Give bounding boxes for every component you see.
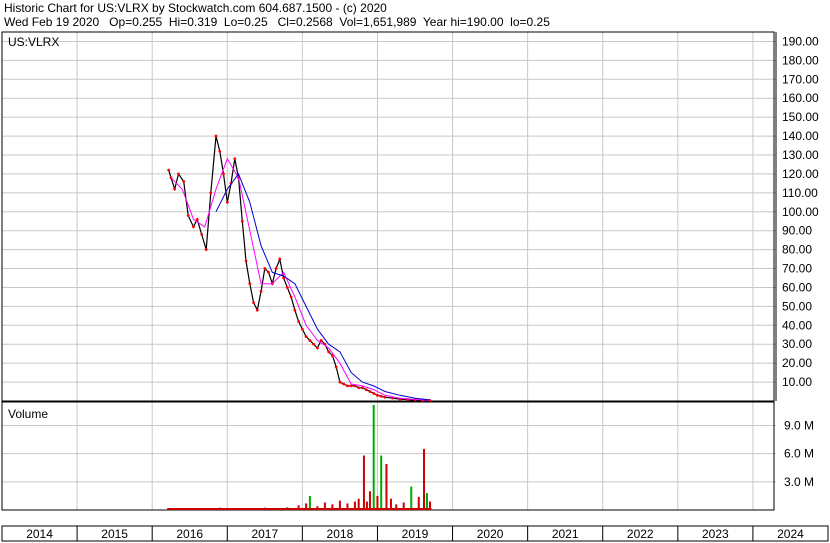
year-label: 2015 bbox=[101, 527, 128, 541]
chart-grid bbox=[1, 32, 776, 541]
price-tick-label: 60.00 bbox=[782, 280, 812, 294]
year-label: 2018 bbox=[327, 527, 354, 541]
price-point bbox=[293, 308, 297, 312]
price-tick-label: 70.00 bbox=[782, 262, 812, 276]
price-point bbox=[274, 267, 278, 270]
volume-tick-label: 6.0 M bbox=[784, 447, 814, 461]
price-point bbox=[289, 295, 293, 299]
year-label: 2017 bbox=[251, 527, 278, 541]
price-point bbox=[361, 386, 364, 390]
price-point bbox=[364, 388, 368, 392]
price-panel-frame bbox=[1, 31, 775, 402]
price-point bbox=[240, 219, 244, 223]
price-tick-label: 10.00 bbox=[782, 375, 812, 389]
price-tick-label: 190.00 bbox=[782, 34, 819, 48]
price-point bbox=[304, 335, 308, 339]
price-point bbox=[357, 386, 361, 390]
price-point bbox=[177, 172, 180, 176]
price-tick-label: 150.00 bbox=[782, 110, 819, 124]
price-point bbox=[186, 214, 190, 217]
year-label: 2022 bbox=[627, 527, 654, 541]
year-label: 2023 bbox=[702, 527, 729, 541]
price-axis-labels: 10.00 20.00 30.00 40.00 50.00 60.00 70.00 80.00… bbox=[782, 34, 819, 389]
price-point bbox=[200, 233, 204, 236]
price-tick-label: 170.00 bbox=[782, 72, 819, 86]
volume-panel-title: Volume bbox=[8, 407, 48, 421]
year-label: 2021 bbox=[552, 527, 579, 541]
price-panel-title: US:VLRX bbox=[8, 35, 59, 49]
year-label: 2016 bbox=[176, 527, 203, 541]
volume-tick-label: 3.0 M bbox=[784, 475, 814, 489]
price-point bbox=[263, 267, 267, 270]
price-tick-label: 30.00 bbox=[782, 337, 812, 351]
price-point bbox=[319, 339, 323, 342]
price-point bbox=[368, 390, 372, 393]
volume-tick-label: 9.0 M bbox=[784, 418, 814, 432]
volume-bars bbox=[167, 404, 432, 510]
price-point bbox=[267, 270, 270, 274]
price-point bbox=[233, 157, 237, 161]
price-point bbox=[334, 365, 338, 369]
price-point bbox=[173, 187, 177, 191]
price-point bbox=[192, 225, 195, 229]
price-tick-label: 40.00 bbox=[782, 318, 812, 332]
volume-panel-frame bbox=[1, 401, 775, 511]
price-tick-label: 50.00 bbox=[782, 299, 812, 313]
price-point bbox=[308, 339, 312, 342]
volume-axis-labels: 3.0 M 6.0 M 9.0 M bbox=[784, 418, 814, 488]
price-point bbox=[167, 168, 171, 172]
price-point bbox=[195, 217, 199, 221]
price-point bbox=[252, 301, 255, 304]
year-label: 2019 bbox=[402, 527, 429, 541]
price-point bbox=[376, 393, 379, 397]
price-point bbox=[285, 286, 289, 289]
price-point bbox=[218, 149, 222, 153]
price-point bbox=[346, 384, 349, 388]
price-point bbox=[182, 180, 186, 183]
price-point bbox=[259, 289, 263, 293]
year-label: 2024 bbox=[777, 527, 804, 541]
price-point bbox=[300, 327, 304, 331]
price-point bbox=[315, 346, 319, 350]
price-point bbox=[204, 248, 208, 252]
series-ma_short bbox=[170, 157, 431, 401]
price-tick-label: 130.00 bbox=[782, 148, 819, 162]
stock-chart: US:VLRX Volume 10.00 20.00 30.00 40.00 50.00… bbox=[1, 31, 829, 542]
price-tick-label: 100.00 bbox=[782, 205, 819, 219]
price-point bbox=[278, 257, 282, 261]
year-label: 2020 bbox=[477, 527, 504, 541]
price-point bbox=[255, 308, 259, 312]
series-ma_long bbox=[215, 172, 431, 401]
price-tick-label: 110.00 bbox=[782, 186, 818, 200]
price-tick-label: 20.00 bbox=[782, 356, 812, 370]
price-point bbox=[372, 392, 376, 395]
price-point bbox=[342, 382, 346, 386]
year-axis-labels: 2014 2015 2016 2017 2018 2019 2020 2021 2022 2023… bbox=[26, 527, 804, 541]
price-point bbox=[225, 200, 229, 204]
price-point bbox=[338, 380, 342, 384]
price-point bbox=[312, 342, 316, 346]
price-point bbox=[349, 384, 353, 388]
price-point bbox=[379, 394, 383, 398]
price-point bbox=[297, 320, 301, 323]
price-point bbox=[327, 350, 331, 354]
price-point bbox=[244, 259, 248, 263]
price-tick-label: 90.00 bbox=[782, 224, 812, 238]
price-point bbox=[248, 282, 252, 286]
price-tick-label: 160.00 bbox=[782, 91, 819, 105]
price-tick-label: 80.00 bbox=[782, 243, 812, 257]
price-point bbox=[209, 191, 213, 195]
year-label: 2014 bbox=[26, 527, 53, 541]
price-tick-label: 180.00 bbox=[782, 53, 819, 67]
price-tick-label: 140.00 bbox=[782, 129, 819, 143]
price-point bbox=[214, 134, 218, 138]
price-point bbox=[383, 395, 387, 399]
price-tick-label: 120.00 bbox=[782, 167, 819, 181]
